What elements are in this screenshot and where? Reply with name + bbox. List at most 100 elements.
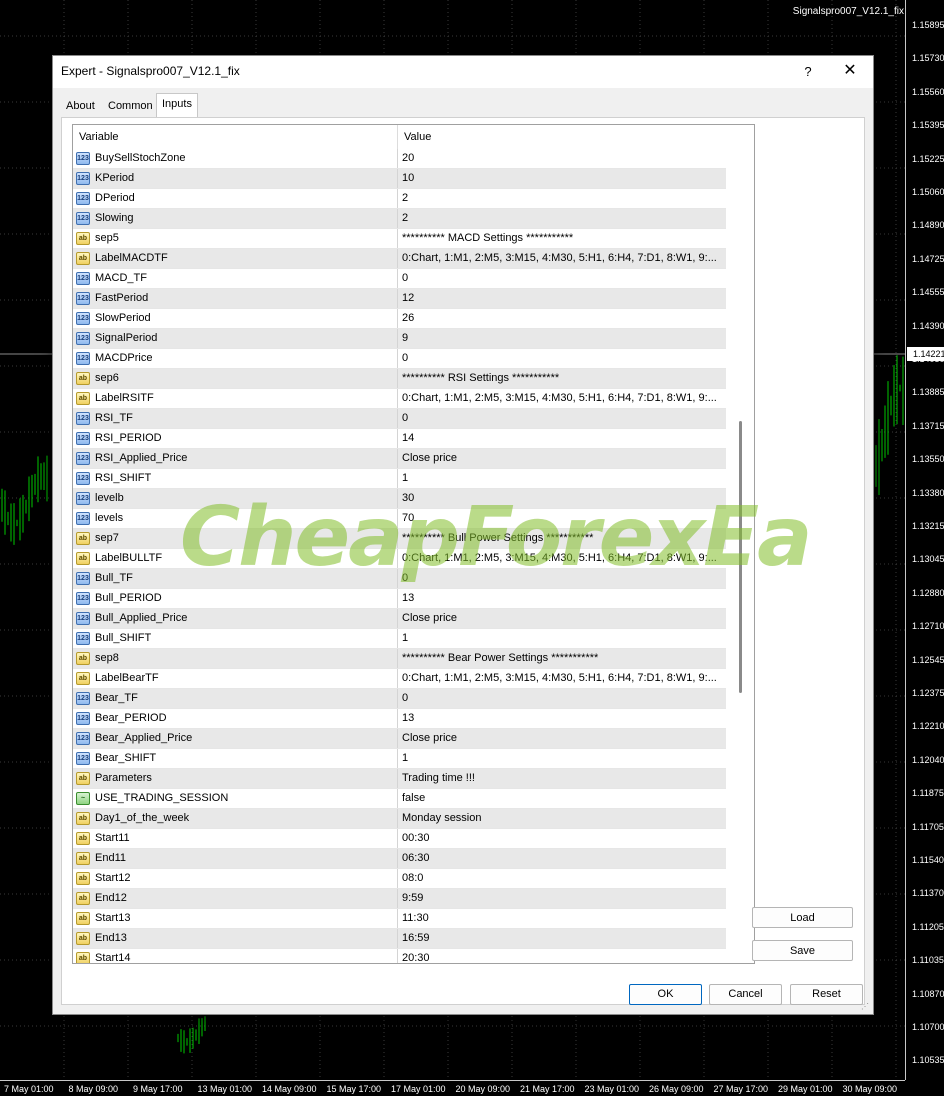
vertical-scrollbar[interactable] bbox=[732, 125, 751, 961]
table-row[interactable]: 123 Bull_Applied_Price Close price bbox=[73, 609, 726, 629]
value-cell[interactable]: ********** Bear Power Settings *********… bbox=[398, 649, 726, 668]
value-cell[interactable]: 1 bbox=[398, 749, 726, 768]
table-row[interactable]: ab Start11 00:30 bbox=[73, 829, 726, 849]
table-row[interactable]: ab End13 16:59 bbox=[73, 929, 726, 949]
table-row[interactable]: 123 Bear_Applied_Price Close price bbox=[73, 729, 726, 749]
value-cell[interactable]: 12 bbox=[398, 289, 726, 308]
table-row[interactable]: ~ USE_TRADING_SESSION false bbox=[73, 789, 726, 809]
scrollbar-thumb[interactable] bbox=[739, 421, 742, 693]
close-icon[interactable]: ✕ bbox=[839, 60, 861, 82]
table-row[interactable]: ab sep5 ********** MACD Settings *********… bbox=[73, 229, 726, 249]
value-cell[interactable]: Monday session bbox=[398, 809, 726, 828]
value-cell[interactable]: 11:30 bbox=[398, 909, 726, 928]
save-button[interactable]: Save bbox=[752, 940, 853, 961]
value-cell[interactable]: 1 bbox=[398, 629, 726, 648]
value-cell[interactable]: 30 bbox=[398, 489, 726, 508]
value-cell[interactable]: 20 bbox=[398, 149, 726, 168]
table-row[interactable]: 123 Bear_PERIOD 13 bbox=[73, 709, 726, 729]
value-cell[interactable]: 0:Chart, 1:M1, 2:M5, 3:M15, 4:M30, 5:H1,… bbox=[398, 669, 726, 688]
tab-inputs[interactable]: Inputs bbox=[156, 93, 198, 118]
value-cell[interactable]: Trading time !!! bbox=[398, 769, 726, 788]
table-row[interactable]: ab Start14 20:30 bbox=[73, 949, 726, 963]
table-row[interactable]: ab Parameters Trading time !!! bbox=[73, 769, 726, 789]
value-cell[interactable]: Close price bbox=[398, 729, 726, 748]
table-row[interactable]: 123 Slowing 2 bbox=[73, 209, 726, 229]
value-cell[interactable]: 70 bbox=[398, 509, 726, 528]
help-button[interactable]: ? bbox=[798, 62, 818, 82]
value-cell[interactable]: 14 bbox=[398, 429, 726, 448]
table-row[interactable]: ab sep6 ********** RSI Settings **********… bbox=[73, 369, 726, 389]
table-row[interactable]: ab sep8 ********** Bear Power Settings ***… bbox=[73, 649, 726, 669]
value-cell[interactable]: 9:59 bbox=[398, 889, 726, 908]
value-cell[interactable]: 0 bbox=[398, 689, 726, 708]
value-cell[interactable]: ********** RSI Settings *********** bbox=[398, 369, 726, 388]
table-row[interactable]: 123 levels 70 bbox=[73, 509, 726, 529]
table-row[interactable]: 123 RSI_SHIFT 1 bbox=[73, 469, 726, 489]
resize-grip-icon[interactable]: ⋰ bbox=[861, 1002, 869, 1011]
value-cell[interactable]: 13 bbox=[398, 589, 726, 608]
table-row[interactable]: ab sep7 ********** Bull Power Settings ***… bbox=[73, 529, 726, 549]
value-cell[interactable]: 1 bbox=[398, 469, 726, 488]
value-cell[interactable]: 08:0 bbox=[398, 869, 726, 888]
value-cell[interactable]: 16:59 bbox=[398, 929, 726, 948]
table-row[interactable]: 123 Bear_SHIFT 1 bbox=[73, 749, 726, 769]
table-row[interactable]: 123 Bear_TF 0 bbox=[73, 689, 726, 709]
table-row[interactable]: ab Day1_of_the_week Monday session bbox=[73, 809, 726, 829]
table-row[interactable]: 123 levelb 30 bbox=[73, 489, 726, 509]
value-cell[interactable]: ********** MACD Settings *********** bbox=[398, 229, 726, 248]
value-cell[interactable]: 0:Chart, 1:M1, 2:M5, 3:M15, 4:M30, 5:H1,… bbox=[398, 249, 726, 268]
table-row[interactable]: 123 RSI_TF 0 bbox=[73, 409, 726, 429]
time-axis[interactable]: 7 May 01:00 8 May 09:00 9 May 17:00 13 May … bbox=[0, 1080, 905, 1096]
table-row[interactable]: 123 MACD_TF 0 bbox=[73, 269, 726, 289]
table-row[interactable]: 123 FastPeriod 12 bbox=[73, 289, 726, 309]
value-cell[interactable]: 06:30 bbox=[398, 849, 726, 868]
value-cell[interactable]: 0:Chart, 1:M1, 2:M5, 3:M15, 4:M30, 5:H1,… bbox=[398, 389, 726, 408]
tab-about[interactable]: About bbox=[61, 96, 100, 116]
column-header-variable[interactable]: Variable bbox=[73, 125, 398, 149]
value-cell[interactable]: 0 bbox=[398, 569, 726, 588]
value-cell[interactable]: false bbox=[398, 789, 726, 808]
table-row[interactable]: 123 SignalPeriod 9 bbox=[73, 329, 726, 349]
value-cell[interactable]: 2 bbox=[398, 189, 726, 208]
value-cell[interactable]: Close price bbox=[398, 449, 726, 468]
value-cell[interactable]: 0 bbox=[398, 269, 726, 288]
cancel-button[interactable]: Cancel bbox=[709, 984, 782, 1005]
table-row[interactable]: 123 Bull_PERIOD 13 bbox=[73, 589, 726, 609]
ok-button[interactable]: OK bbox=[629, 984, 702, 1005]
value-cell[interactable]: 0:Chart, 1:M1, 2:M5, 3:M15, 4:M30, 5:H1,… bbox=[398, 549, 726, 568]
dialog-titlebar[interactable]: Expert - Signalspro007_V12.1_fix ? ✕ bbox=[53, 56, 873, 88]
table-row[interactable]: 123 MACDPrice 0 bbox=[73, 349, 726, 369]
column-header-value[interactable]: Value bbox=[398, 125, 726, 149]
reset-button[interactable]: Reset bbox=[790, 984, 863, 1005]
value-cell[interactable]: 00:30 bbox=[398, 829, 726, 848]
table-row[interactable]: 123 BuySellStochZone 20 bbox=[73, 149, 726, 169]
table-row[interactable]: ab Start13 11:30 bbox=[73, 909, 726, 929]
table-row[interactable]: 123 KPeriod 10 bbox=[73, 169, 726, 189]
table-row[interactable]: 123 RSI_Applied_Price Close price bbox=[73, 449, 726, 469]
value-cell[interactable]: 10 bbox=[398, 169, 726, 188]
table-row[interactable]: 123 RSI_PERIOD 14 bbox=[73, 429, 726, 449]
value-cell[interactable]: 0 bbox=[398, 409, 726, 428]
load-button[interactable]: Load bbox=[752, 907, 853, 928]
price-axis[interactable]: 1.15895 1.15730 1.15560 1.15395 1.15225 1.150… bbox=[905, 0, 944, 1080]
tab-common[interactable]: Common bbox=[103, 96, 158, 116]
value-cell[interactable]: ********** Bull Power Settings *********… bbox=[398, 529, 726, 548]
table-row[interactable]: 123 DPeriod 2 bbox=[73, 189, 726, 209]
table-row[interactable]: 123 Bull_SHIFT 1 bbox=[73, 629, 726, 649]
value-cell[interactable]: Close price bbox=[398, 609, 726, 628]
table-row[interactable]: ab End12 9:59 bbox=[73, 889, 726, 909]
table-row[interactable]: 123 SlowPeriod 26 bbox=[73, 309, 726, 329]
table-row[interactable]: ab Start12 08:0 bbox=[73, 869, 726, 889]
table-row[interactable]: 123 Bull_TF 0 bbox=[73, 569, 726, 589]
value-cell[interactable]: 20:30 bbox=[398, 949, 726, 963]
value-cell[interactable]: 13 bbox=[398, 709, 726, 728]
table-row[interactable]: ab LabelBearTF 0:Chart, 1:M1, 2:M5, 3:M15,… bbox=[73, 669, 726, 689]
table-row[interactable]: ab LabelRSITF 0:Chart, 1:M1, 2:M5, 3:M15, … bbox=[73, 389, 726, 409]
table-row[interactable]: ab LabelBULLTF 0:Chart, 1:M1, 2:M5, 3:M15,… bbox=[73, 549, 726, 569]
table-row[interactable]: ab End11 06:30 bbox=[73, 849, 726, 869]
value-cell[interactable]: 0 bbox=[398, 349, 726, 368]
table-row[interactable]: ab LabelMACDTF 0:Chart, 1:M1, 2:M5, 3:M15,… bbox=[73, 249, 726, 269]
value-cell[interactable]: 2 bbox=[398, 209, 726, 228]
value-cell[interactable]: 9 bbox=[398, 329, 726, 348]
value-cell[interactable]: 26 bbox=[398, 309, 726, 328]
